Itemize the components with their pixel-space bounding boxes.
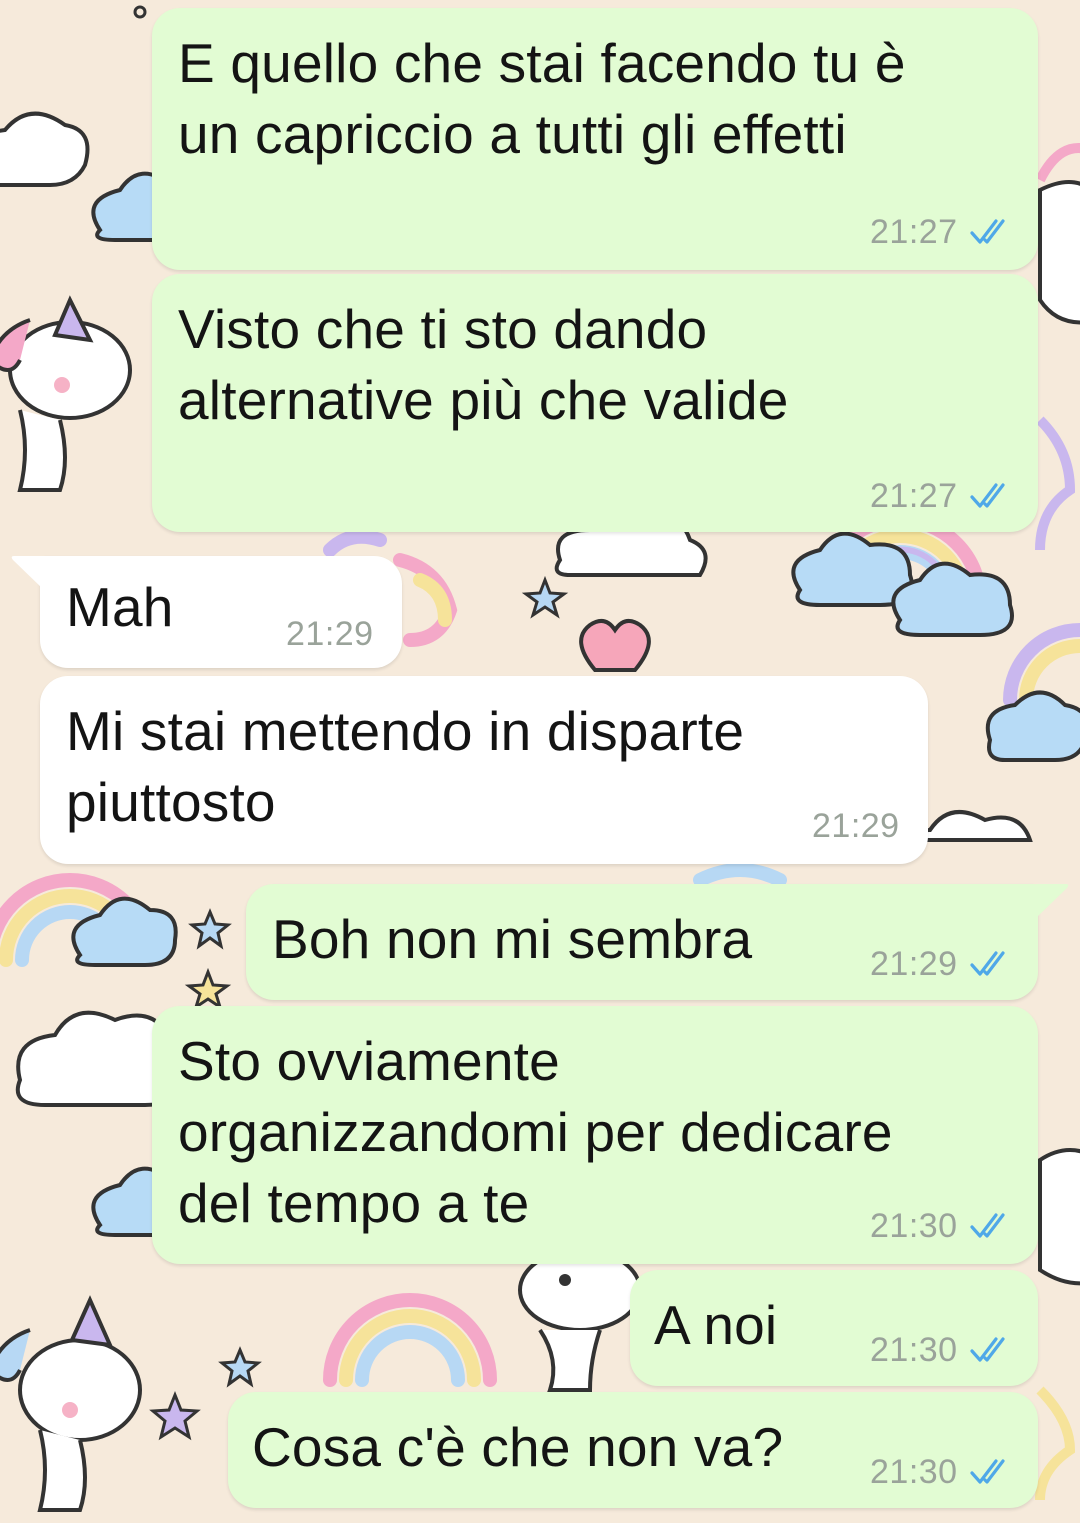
message-text-line: E quello che stai facendo tu è [178, 32, 906, 94]
message-text-line: piuttosto [66, 771, 276, 833]
message-text-line: Mi stai mettendo in disparte [66, 700, 745, 762]
read-double-check-icon [970, 218, 1014, 246]
message-meta: 21:29 [812, 806, 900, 846]
message-meta: 21:27 [870, 476, 1014, 516]
message-timestamp: 21:30 [870, 1331, 958, 1369]
read-double-check-icon [970, 1212, 1014, 1240]
message-text-line: alternative più che valide [178, 369, 789, 431]
bubble-tail [11, 556, 44, 590]
read-double-check-icon [970, 950, 1014, 978]
message-timestamp: 21:27 [870, 477, 958, 515]
message-text-line: organizzandomi per dedicare [178, 1101, 893, 1163]
message-timestamp: 21:30 [870, 1453, 958, 1491]
message-meta: 21:30 [870, 1330, 1014, 1370]
message-meta: 21:30 [870, 1206, 1014, 1246]
message-meta: 21:29 [286, 614, 374, 654]
message-text-line: Mah [66, 576, 174, 638]
message-timestamp: 21:29 [286, 615, 374, 653]
read-double-check-icon [970, 482, 1014, 510]
message-timestamp: 21:27 [870, 213, 958, 251]
message-text-line: del tempo a te [178, 1172, 530, 1234]
message-timestamp: 21:30 [870, 1207, 958, 1245]
message-meta: 21:30 [870, 1452, 1014, 1492]
message-timestamp: 21:29 [812, 807, 900, 845]
message-timestamp: 21:29 [870, 945, 958, 983]
heart-icon [579, 619, 651, 672]
message-meta: 21:27 [870, 212, 1014, 252]
message-text-line: A noi [654, 1294, 778, 1356]
read-double-check-icon [970, 1336, 1014, 1364]
bubble-tail [1036, 884, 1069, 918]
message-text-line: Boh non mi sembra [272, 908, 753, 970]
message-text-line: Sto ovviamente [178, 1030, 560, 1092]
message-text-line: Visto che ti sto dando [178, 298, 708, 360]
message-text-line: Cosa c'è che non va? [252, 1416, 784, 1478]
read-double-check-icon [970, 1458, 1014, 1486]
message-text-line: un capriccio a tutti gli effetti [178, 103, 847, 165]
message-meta: 21:29 [870, 944, 1014, 984]
